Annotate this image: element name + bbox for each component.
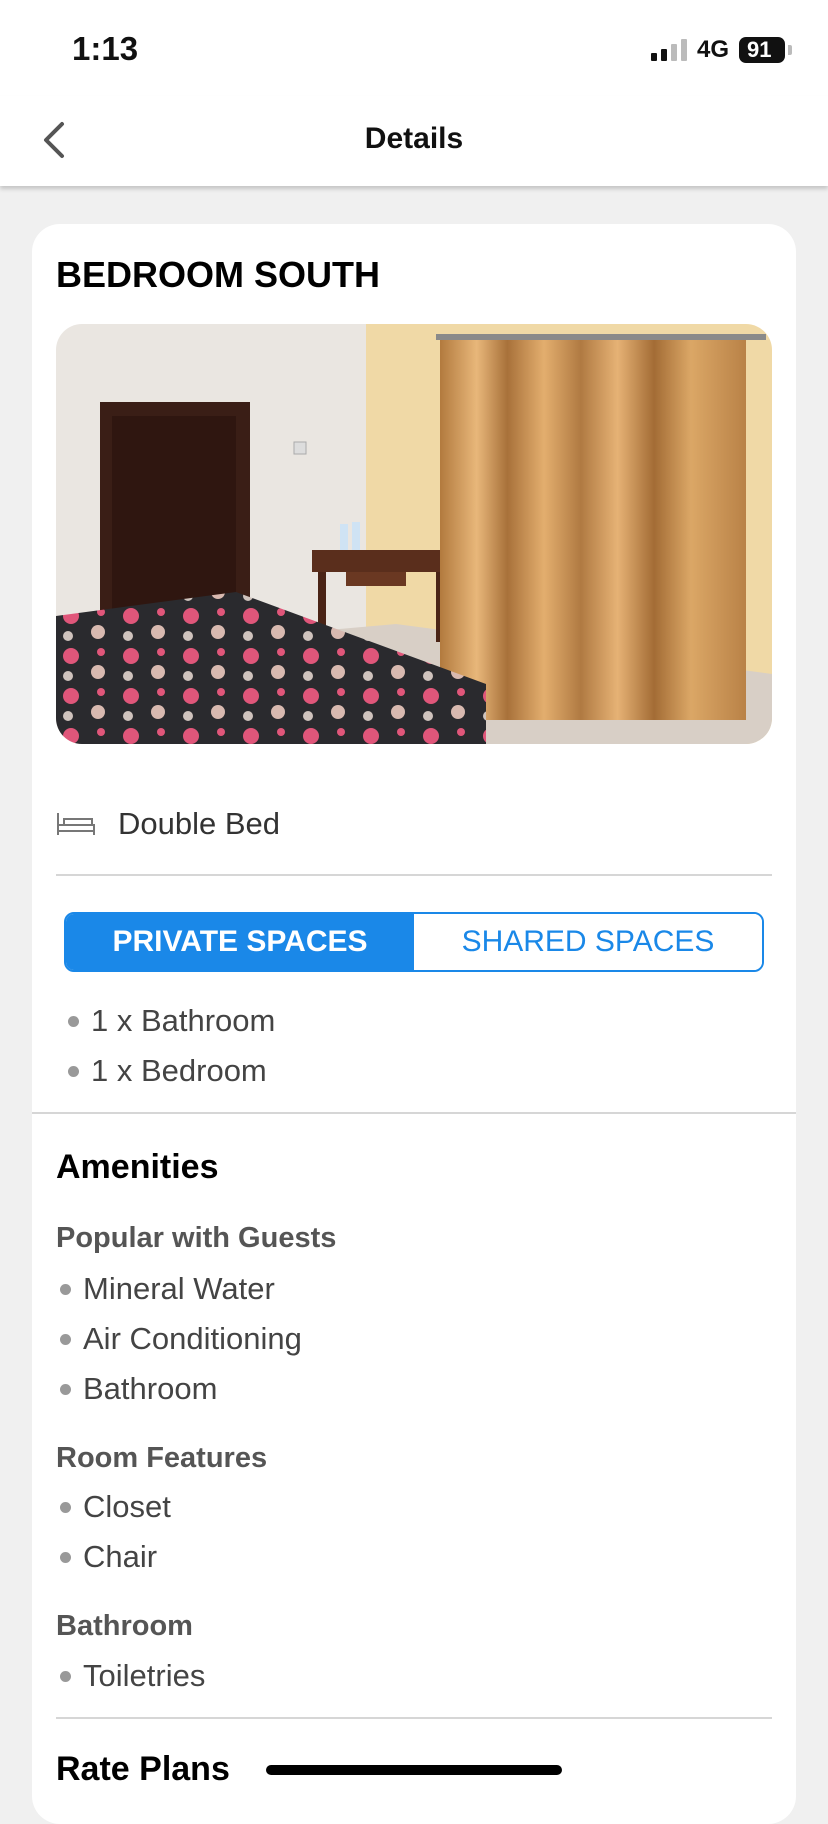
- battery-level: 91: [739, 37, 785, 63]
- page-title: Details: [364, 122, 464, 155]
- room-card: BEDROOM SOUTH Double Bed PRIVATE SPACES …: [32, 224, 796, 1824]
- amenity-group-title: Room Features: [56, 1442, 268, 1474]
- room-title: BEDROOM SOUTH: [56, 254, 380, 295]
- divider: [56, 874, 772, 876]
- amenities-heading: Amenities: [56, 1148, 219, 1186]
- amenity-group-title: Bathroom: [56, 1610, 193, 1642]
- room-photo[interactable]: [56, 324, 772, 744]
- status-time: 1:13: [72, 30, 139, 67]
- status-bar: 1:13 4G 91: [0, 0, 828, 96]
- signal-icon: [650, 39, 687, 61]
- list-item: Closet: [60, 1482, 171, 1532]
- amenity-list: Mineral Water Air Conditioning Bathroom: [60, 1264, 302, 1414]
- section-divider: [32, 1112, 796, 1114]
- bed-icon: [57, 813, 95, 835]
- status-indicators: 4G 91: [650, 36, 792, 64]
- spaces-toggle[interactable]: PRIVATE SPACES SHARED SPACES: [64, 912, 764, 972]
- list-item: 1 x Bedroom: [68, 1046, 275, 1096]
- room-image: [56, 324, 772, 744]
- network-type: 4G: [696, 36, 729, 63]
- list-item: Chair: [60, 1532, 171, 1582]
- home-indicator[interactable]: [266, 1765, 562, 1775]
- battery-icon: 91: [739, 37, 792, 63]
- amenity-list: Toiletries: [60, 1651, 205, 1701]
- bed-info: Double Bed: [56, 806, 280, 842]
- nav-bar: Details: [0, 96, 828, 186]
- amenity-group-title: Popular with Guests: [56, 1222, 337, 1254]
- list-item: Mineral Water: [60, 1264, 302, 1314]
- tab-private-spaces[interactable]: PRIVATE SPACES: [66, 914, 414, 970]
- divider: [56, 1717, 772, 1719]
- list-item: 1 x Bathroom: [68, 996, 275, 1046]
- list-item: Bathroom: [60, 1364, 302, 1414]
- amenity-list: Closet Chair: [60, 1482, 171, 1582]
- bed-type: Double Bed: [118, 806, 281, 841]
- private-spaces-list: 1 x Bathroom 1 x Bedroom: [68, 996, 275, 1096]
- list-item: Air Conditioning: [60, 1314, 302, 1364]
- list-item: Toiletries: [60, 1651, 205, 1701]
- tab-shared-spaces[interactable]: SHARED SPACES: [414, 914, 762, 970]
- rate-plans-heading: Rate Plans: [56, 1750, 230, 1788]
